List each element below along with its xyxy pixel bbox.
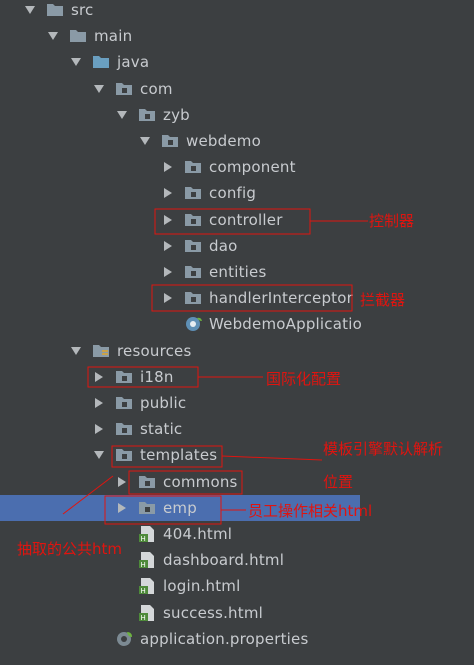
tree-item-label: zyb [163,105,190,124]
controller-annotation: 控制器 [369,212,415,230]
spring-boot-class-icon [184,315,204,333]
expanded-arrow-icon[interactable] [47,23,59,49]
templates-annotation-line2: 位置 [323,473,354,491]
tree-item-label: login.html [163,577,241,596]
tree-item-label: public [140,394,187,412]
svg-text:H: H [141,535,146,543]
package-icon [115,420,135,438]
expanded-arrow-icon[interactable] [116,102,128,128]
tree-item-label: application.properties [140,629,309,648]
collapsed-arrow-icon[interactable] [93,390,105,416]
tree-item-main[interactable]: main [0,23,474,49]
package-icon [115,446,135,464]
tree-item-label: commons [163,472,238,491]
html-file-icon: H [138,604,158,622]
spring-properties-icon [115,630,135,648]
expanded-arrow-icon[interactable] [70,49,82,75]
tree-item-label: src [71,1,94,19]
tree-item-success-html[interactable]: Hsuccess.html [0,600,474,626]
collapsed-arrow-icon[interactable] [116,495,128,521]
tree-item-public[interactable]: public [0,390,474,416]
tree-item-label: resources [117,341,192,360]
collapsed-arrow-icon[interactable] [162,154,174,180]
tree-item-label: static [140,420,183,439]
package-icon [184,184,204,202]
tree-item-label: controller [209,210,283,229]
package-icon [184,158,204,176]
collapsed-arrow-icon[interactable] [162,180,174,206]
tree-item-config[interactable]: config [0,180,474,206]
tree-item-label: entities [209,263,267,281]
tree-item-label: java [117,53,150,72]
tree-item-src[interactable]: src [0,0,474,23]
tree-item-label: dashboard.html [163,551,285,570]
package-icon [161,132,181,150]
package-icon [184,237,204,255]
folder-icon [69,27,89,45]
tree-item-label: success.html [163,603,264,622]
package-icon [115,80,135,98]
tree-item-java[interactable]: java [0,49,474,75]
tree-item-label: dao [209,236,238,255]
collapsed-arrow-icon[interactable] [93,416,105,442]
tree-item-login-html[interactable]: Hlogin.html [0,573,474,599]
tree-item-application-properties[interactable]: application.properties [0,626,474,652]
tree-item-label: webdemo [186,132,261,150]
tree-item-i18n[interactable]: i18n [0,364,474,390]
collapsed-arrow-icon[interactable] [162,259,174,285]
tree-item-label: com [140,79,173,98]
html-file-icon: H [138,551,158,569]
expanded-arrow-icon[interactable] [93,76,105,102]
svg-text:H: H [141,587,146,595]
collapsed-arrow-icon[interactable] [162,285,174,311]
collapsed-arrow-icon[interactable] [162,207,174,233]
html-file-icon: H [138,577,158,595]
expanded-arrow-icon[interactable] [70,338,82,364]
package-icon [184,289,204,307]
i18n-annotation: 国际化配置 [266,370,342,388]
tree-item-entities[interactable]: entities [0,259,474,285]
svg-text:H: H [141,561,146,569]
emp-annotation: 员工操作相关html [248,502,373,520]
tree-item-label: WebdemoApplicatio [209,315,362,334]
tree-item-label: config [209,184,257,203]
tree-item-label: i18n [140,367,174,386]
interceptor-annotation: 拦截器 [360,291,406,309]
folder-icon [46,1,66,19]
tree-item-dao[interactable]: dao [0,233,474,259]
package-icon [115,368,135,386]
expanded-arrow-icon[interactable] [24,0,36,23]
tree-item-com[interactable]: com [0,76,474,102]
package-icon [138,473,158,491]
package-icon [138,499,158,517]
package-icon [184,263,204,281]
tree-item-label: emp [163,498,197,517]
source-folder-icon [92,53,112,71]
tree-item-webdemoapplication[interactable]: WebdemoApplicatio [0,311,474,337]
tree-item-label: component [209,158,296,177]
collapsed-arrow-icon[interactable] [93,364,105,390]
package-icon [184,211,204,229]
expanded-arrow-icon[interactable] [93,442,105,468]
tree-item-label: handlerInterceptor [209,289,353,308]
templates-annotation-line1: 模板引擎默认解析 [323,440,444,458]
tree-item-label: main [94,27,133,46]
html-file-icon: H [138,525,158,543]
collapsed-arrow-icon[interactable] [116,469,128,495]
collapsed-arrow-icon[interactable] [162,233,174,259]
package-icon [115,394,135,412]
tree-item-component[interactable]: component [0,154,474,180]
commons-annotation: 抽取的公共htm [17,540,123,558]
tree-item-resources[interactable]: resources [0,338,474,364]
resources-folder-icon [92,342,112,360]
tree-item-label: templates [140,446,218,465]
svg-text:H: H [141,614,146,622]
tree-item-commons[interactable]: commons [0,469,474,495]
tree-item-webdemo[interactable]: webdemo [0,128,474,154]
tree-item-label: 404.html [163,525,233,543]
tree-item-zyb[interactable]: zyb [0,102,474,128]
package-icon [138,106,158,124]
expanded-arrow-icon[interactable] [139,128,151,154]
project-tree: src main java com zyb webdemo component config c… [0,0,474,665]
